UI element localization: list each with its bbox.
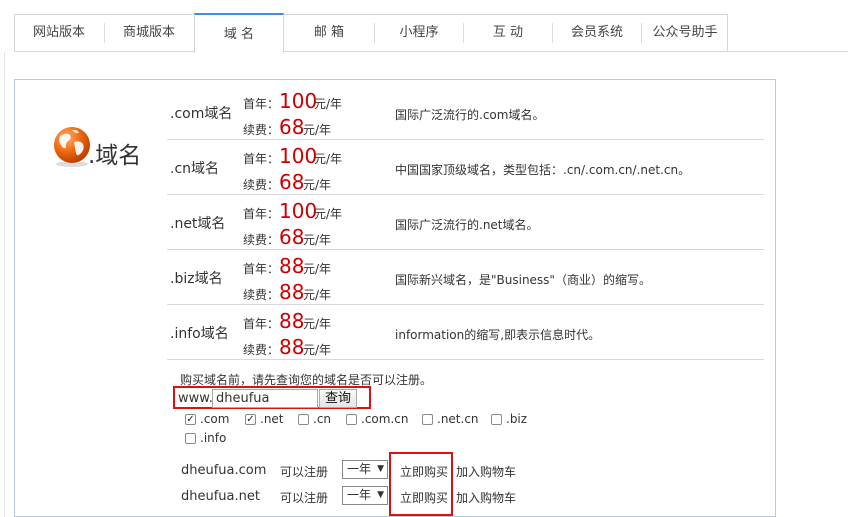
period-value: 一年 [347, 462, 372, 476]
tab-mall-version[interactable]: 商城版本 [105, 15, 193, 51]
first-year-price: 88 [279, 309, 305, 333]
renew-label: 续费： [243, 178, 280, 192]
dropdown-arrow-icon: ▼ [377, 490, 384, 500]
domain-name-info: .info域名 [170, 326, 229, 342]
ext-label-biz: .biz [506, 412, 528, 426]
ext-label-cn: .cn [313, 412, 332, 426]
renew-label: 续费： [243, 233, 280, 247]
buy-now-link[interactable]: 立即购买 [400, 463, 448, 480]
checkbox-com-cn[interactable] [346, 414, 357, 425]
price-unit: 元/年 [314, 207, 343, 221]
tab-member-system[interactable]: 会员系统 [553, 15, 641, 51]
tab-website-version[interactable]: 网站版本 [15, 15, 103, 51]
www-prefix: www. [178, 391, 213, 406]
row-divider [167, 249, 764, 250]
period-select[interactable]: 一年 ▼ [342, 486, 388, 505]
domain-description: information的缩写,即表示信息时代。 [395, 328, 601, 342]
result-domain: dheufua.com [181, 463, 267, 478]
checkbox-info[interactable] [185, 433, 196, 444]
ext-label-net-cn: .net.cn [437, 412, 479, 426]
domain-name-biz: .biz域名 [170, 271, 223, 287]
query-button[interactable]: 查询 [319, 389, 357, 408]
checkbox-biz[interactable] [491, 414, 502, 425]
tab-mini-program[interactable]: 小程序 [375, 15, 463, 51]
checkbox-cn[interactable] [298, 414, 309, 425]
renew-price: 88 [279, 335, 305, 359]
add-to-cart-link[interactable]: 加入购物车 [456, 489, 516, 506]
tab-bar: 网站版本 商城版本 域 名 邮 箱 小程序 互 动 会员系统 公众号助手 [14, 13, 728, 53]
domain-search-input[interactable]: dheufua [212, 389, 318, 408]
price-unit: 元/年 [303, 343, 332, 357]
first-year-label: 首年： [243, 97, 280, 111]
first-year-label: 首年： [243, 262, 280, 276]
domain-name-net: .net域名 [170, 216, 226, 232]
buy-highlight-box [389, 452, 453, 516]
dropdown-arrow-icon: ▼ [377, 464, 384, 474]
price-unit: 元/年 [303, 288, 332, 302]
price-unit: 元/年 [303, 123, 332, 137]
tab-interaction[interactable]: 互 动 [464, 15, 552, 51]
price-unit: 元/年 [303, 317, 332, 331]
ext-label-com: .com [200, 412, 230, 426]
first-year-price: 100 [279, 199, 318, 223]
first-year-label: 首年： [243, 317, 280, 331]
logo-text: .域名 [88, 143, 142, 169]
domain-description: 国际新兴域名，是"Business"（商业）的缩写。 [395, 273, 651, 287]
price-unit: 元/年 [303, 233, 332, 247]
domain-description: 国际广泛流行的.com域名。 [395, 108, 545, 122]
checkbox-net[interactable]: ✓ [245, 414, 256, 425]
tab-official-account-helper[interactable]: 公众号助手 [642, 15, 728, 51]
first-year-price: 88 [279, 254, 305, 278]
domain-name-cn: .cn域名 [170, 161, 220, 177]
period-select[interactable]: 一年 ▼ [342, 460, 388, 479]
buy-now-link[interactable]: 立即购买 [400, 489, 448, 506]
tab-mailbox[interactable]: 邮 箱 [285, 15, 373, 51]
result-domain: dheufua.net [181, 489, 260, 504]
price-unit: 元/年 [314, 152, 343, 166]
renew-label: 续费： [243, 123, 280, 137]
period-value: 一年 [347, 488, 372, 502]
row-divider [167, 359, 764, 360]
ext-label-com-cn: .com.cn [361, 412, 409, 426]
page-left-border [4, 52, 5, 517]
row-divider [167, 194, 764, 195]
price-unit: 元/年 [303, 178, 332, 192]
first-year-price: 100 [279, 144, 318, 168]
first-year-label: 首年： [243, 207, 280, 221]
domain-description: 国际广泛流行的.net域名。 [395, 218, 539, 232]
row-divider [167, 139, 764, 140]
renew-price: 88 [279, 280, 305, 304]
renew-price: 68 [279, 115, 305, 139]
add-to-cart-link[interactable]: 加入购物车 [456, 463, 516, 480]
price-unit: 元/年 [303, 262, 332, 276]
first-year-price: 100 [279, 89, 318, 113]
result-status: 可以注册 [280, 465, 329, 479]
ext-label-info: .info [200, 431, 227, 445]
ext-label-net: .net [260, 412, 284, 426]
domain-description: 中国国家顶级域名，类型包括：.cn/.com.cn/.net.cn。 [395, 163, 691, 177]
renew-label: 续费： [243, 288, 280, 302]
tab-bar-underline [728, 51, 848, 52]
row-divider [167, 304, 764, 305]
renew-price: 68 [279, 170, 305, 194]
tab-domain[interactable]: 域 名 [194, 13, 284, 53]
first-year-label: 首年： [243, 152, 280, 166]
price-unit: 元/年 [314, 97, 343, 111]
domain-name-com: .com域名 [170, 106, 233, 122]
renew-label: 续费： [243, 343, 280, 357]
checkbox-net-cn[interactable] [422, 414, 433, 425]
result-status: 可以注册 [280, 491, 329, 505]
checkbox-com[interactable]: ✓ [185, 414, 196, 425]
renew-price: 68 [279, 225, 305, 249]
